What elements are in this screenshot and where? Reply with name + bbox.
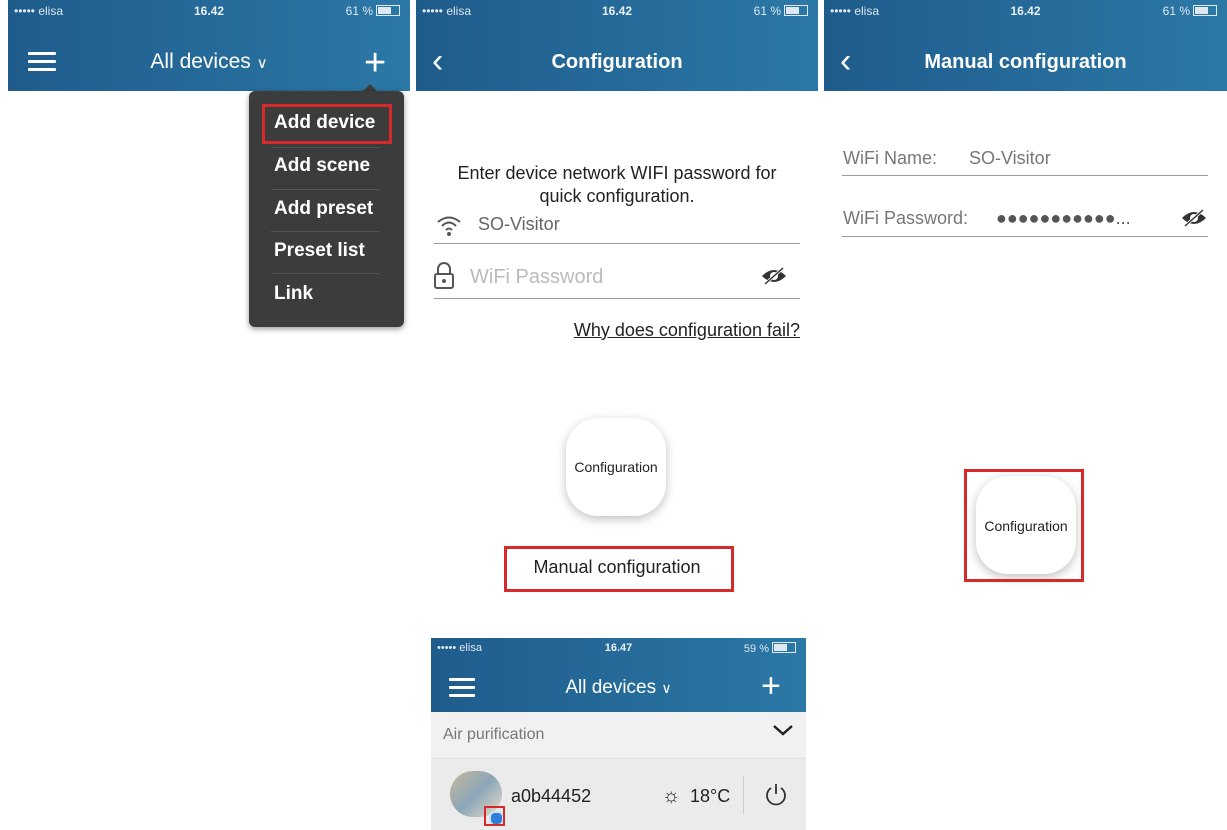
battery-icon xyxy=(1193,5,1217,16)
nav-header: ••••• elisa 16.42 61 % All devices ∨ + xyxy=(8,0,410,91)
battery-indicator: 59 % xyxy=(744,642,796,655)
wifi-password-label: WiFi Password: xyxy=(843,208,969,228)
group-header[interactable]: Air purification xyxy=(431,712,806,759)
title-text: All devices xyxy=(150,50,251,73)
chevron-down-icon: ∨ xyxy=(661,680,672,696)
eye-off-icon[interactable] xyxy=(1180,208,1208,233)
screen-device-list: ••••• elisa 16.47 59 % All devices ∨ + A… xyxy=(431,638,806,830)
temperature-value: 18°C xyxy=(690,786,731,806)
nav-header: ••••• elisa 16.47 59 % All devices ∨ + xyxy=(431,638,806,712)
divider xyxy=(434,243,800,244)
menu-item-preset-list[interactable]: Preset list xyxy=(274,231,394,271)
group-label: Air purification xyxy=(443,726,545,743)
status-bar: ••••• elisa 16.42 61 % xyxy=(824,0,1227,22)
battery-indicator: 61 % xyxy=(346,4,400,18)
nav-header: ••••• elisa 16.42 61 % ‹ Configuration xyxy=(416,0,818,91)
instruction-text: Enter device network WIFI password for q… xyxy=(457,163,777,206)
divider xyxy=(434,298,800,299)
chevron-down-icon[interactable] xyxy=(772,722,794,743)
battery-icon xyxy=(376,5,400,16)
wifi-name-field[interactable]: SO-Visitor xyxy=(969,148,1051,169)
battery-indicator: 61 % xyxy=(754,4,808,18)
add-icon[interactable]: + xyxy=(761,669,781,703)
sun-icon: ☼ xyxy=(662,785,681,807)
page-title[interactable]: All devices ∨ xyxy=(431,677,806,699)
divider xyxy=(743,776,744,814)
page-title[interactable]: All devices ∨ xyxy=(8,50,410,74)
menu-item-link[interactable]: Link xyxy=(274,274,394,314)
device-name: a0b44452 xyxy=(511,786,592,806)
divider xyxy=(842,175,1208,176)
configuration-button-label: Configuration xyxy=(574,459,658,475)
screen-configuration: ••••• elisa 16.42 61 % ‹ Configuration E… xyxy=(416,0,818,630)
highlight-box xyxy=(964,469,1084,582)
highlight-box xyxy=(484,806,505,826)
status-bar: ••••• elisa 16.47 59 % xyxy=(431,638,806,660)
battery-icon xyxy=(772,642,796,653)
wifi-password-field[interactable]: ●●●●●●●●●●●... xyxy=(996,208,1131,229)
menu-item-add-preset[interactable]: Add preset xyxy=(274,189,394,229)
battery-percent: 61 % xyxy=(345,4,373,18)
device-row[interactable]: a0b44452 ☼ 18°C xyxy=(431,759,806,830)
add-icon[interactable]: + xyxy=(364,44,386,82)
help-link[interactable]: Why does configuration fail? xyxy=(574,320,800,341)
wifi-name-label: WiFi Name: xyxy=(843,148,937,168)
status-bar: ••••• elisa 16.42 61 % xyxy=(416,0,818,22)
configuration-button[interactable]: Configuration xyxy=(566,418,666,516)
highlight-box xyxy=(262,104,392,144)
battery-indicator: 61 % xyxy=(1163,4,1217,18)
ssid-field[interactable]: SO-Visitor xyxy=(478,214,560,235)
power-icon[interactable] xyxy=(764,783,788,812)
page-title: Configuration xyxy=(551,51,683,73)
lock-icon xyxy=(434,262,454,295)
menu-item-add-scene[interactable]: Add scene xyxy=(274,146,394,186)
nav-header: ••••• elisa 16.42 61 % ‹ Manual configur… xyxy=(824,0,1227,91)
divider xyxy=(842,236,1208,237)
battery-icon xyxy=(784,5,808,16)
battery-percent: 61 % xyxy=(753,4,781,18)
battery-percent: 61 % xyxy=(1162,4,1190,18)
wifi-icon xyxy=(436,213,462,242)
chevron-down-icon: ∨ xyxy=(256,55,268,72)
battery-percent: 59 % xyxy=(743,643,769,655)
password-field[interactable]: WiFi Password xyxy=(470,266,603,289)
eye-off-icon[interactable] xyxy=(760,266,788,291)
status-bar: ••••• elisa 16.42 61 % xyxy=(8,0,410,22)
highlight-box xyxy=(504,546,734,592)
title-text: All devices xyxy=(565,677,657,698)
page-title: Manual configuration xyxy=(924,51,1127,73)
